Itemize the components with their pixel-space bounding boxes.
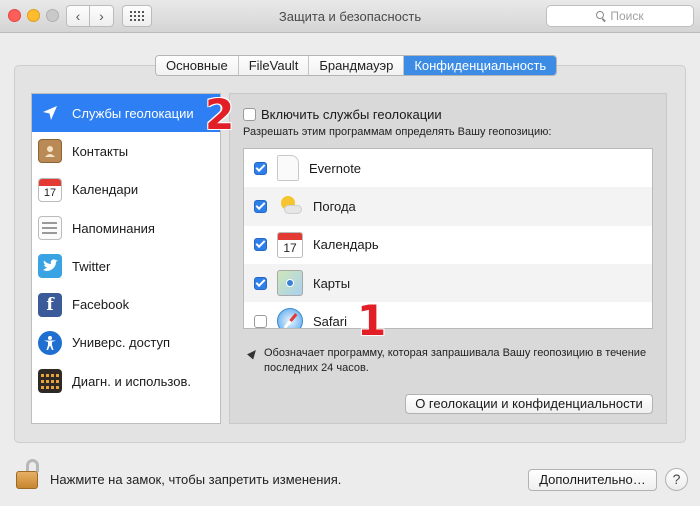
recent-use-note: Обозначает программу, которая запрашивал… (247, 346, 649, 376)
search-icon (596, 11, 606, 21)
about-location-privacy-button[interactable]: О геолокации и конфиденциальности (405, 394, 653, 414)
tab-firewall[interactable]: Брандмауэр (309, 56, 405, 75)
contacts-icon (38, 139, 62, 164)
list-item[interactable]: 17 Календарь (244, 226, 652, 264)
sidebar-item-accessibility[interactable]: Универс. доступ (32, 324, 220, 362)
app-checkbox[interactable] (254, 314, 267, 328)
sidebar-item-label: Календари (72, 182, 139, 198)
list-item[interactable]: Evernote (244, 149, 652, 187)
sidebar-item-diagnostics[interactable]: Диагн. и использов. (32, 362, 220, 400)
sidebar-item-location-services[interactable]: Службы геолокации (32, 94, 220, 133)
sidebar-item-label: Службы геолокации (72, 105, 194, 121)
app-checkbox[interactable] (254, 161, 267, 175)
sidebar-item-reminders[interactable]: Напоминания (32, 209, 220, 247)
sidebar-item-label: Twitter (72, 258, 111, 274)
app-name: Карты (313, 275, 351, 291)
title-bar: ‹ › Защита и безопасность Поиск (0, 0, 700, 33)
app-checkbox[interactable] (254, 199, 267, 213)
location-arrow-icon (38, 101, 62, 125)
app-name: Safari (313, 313, 347, 329)
app-name: Календарь (313, 237, 379, 253)
allow-apps-label: Разрешать этим программам определять Ваш… (243, 126, 552, 138)
sidebar-item-facebook[interactable]: f Facebook (32, 285, 220, 323)
tab-bar: Основные FileVault Брандмауэр Конфиденци… (155, 55, 558, 76)
list-item[interactable]: Погода (244, 187, 652, 226)
maps-icon (277, 270, 303, 297)
weather-icon (277, 193, 303, 219)
tab-general[interactable]: Основные (156, 56, 239, 75)
calendar-icon: 17 (38, 177, 62, 202)
lock-icon[interactable] (15, 459, 41, 491)
calendar-app-icon: 17 (277, 231, 303, 258)
app-checkbox[interactable] (254, 276, 267, 290)
safari-icon (277, 308, 303, 328)
lock-hint-text: Нажмите на замок, чтобы запретить измене… (50, 472, 342, 487)
twitter-icon (38, 254, 62, 279)
sidebar-item-contacts[interactable]: Контакты (32, 132, 220, 170)
reminders-icon (38, 216, 62, 241)
enable-location-services-checkbox[interactable]: Включить службы геолокации (243, 107, 442, 122)
diagnostics-icon (38, 369, 62, 394)
checkbox-box[interactable] (243, 108, 256, 121)
sidebar-item-label: Диагн. и использов. (72, 373, 191, 389)
facebook-icon: f (38, 292, 62, 317)
sidebar-item-label: Контакты (72, 143, 129, 159)
search-field[interactable]: Поиск (546, 5, 694, 27)
privacy-sidebar: Службы геолокации Контакты 17 Календари … (31, 93, 221, 424)
annotation-marker-1: 1 (357, 296, 387, 345)
app-list: Evernote Погода 17 Календарь Карты Safar… (243, 148, 653, 329)
help-button[interactable]: ? (665, 468, 688, 491)
tab-filevault[interactable]: FileVault (238, 56, 310, 75)
calendar-date: 17 (43, 186, 57, 199)
list-item[interactable]: Safari (244, 302, 652, 329)
sidebar-item-label: Напоминания (72, 220, 155, 236)
app-checkbox[interactable] (254, 238, 267, 252)
recent-use-note-text: Обозначает программу, которая запрашивал… (264, 347, 647, 374)
location-arrow-icon (247, 347, 259, 360)
sidebar-item-label: Facebook (72, 297, 130, 313)
app-name: Погода (313, 198, 356, 214)
advanced-button[interactable]: Дополнительно… (528, 469, 657, 491)
sidebar-item-calendars[interactable]: 17 Календари (32, 171, 220, 209)
annotation-marker-2: 2 (205, 90, 235, 139)
tab-privacy[interactable]: Конфиденциальность (404, 56, 557, 75)
calendar-date: 17 (283, 240, 297, 255)
accessibility-icon (38, 330, 62, 355)
search-placeholder: Поиск (610, 9, 644, 23)
enable-location-services-label: Включить службы геолокации (261, 107, 442, 122)
list-item[interactable]: Карты (244, 263, 652, 303)
sidebar-item-label: Универс. доступ (72, 335, 171, 351)
evernote-icon (277, 155, 299, 182)
sidebar-item-twitter[interactable]: Twitter (32, 247, 220, 285)
app-name: Evernote (309, 160, 362, 176)
